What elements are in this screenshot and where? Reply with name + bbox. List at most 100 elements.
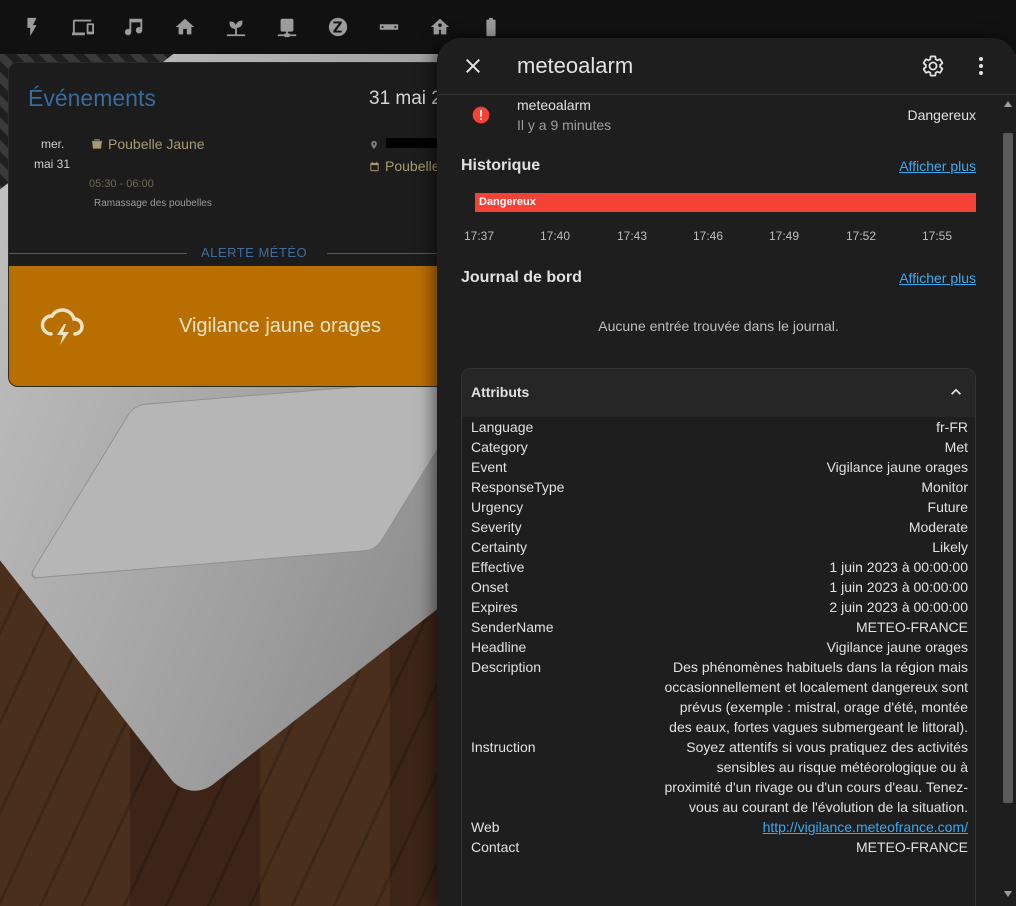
attribute-row: Effective 1 juin 2023 à 00:00:00 bbox=[462, 557, 975, 577]
attribute-key: Severity bbox=[471, 519, 522, 535]
more-options-button[interactable] bbox=[969, 54, 993, 78]
attribute-row: Description Des phénomènes habituels dans… bbox=[462, 657, 975, 737]
dots-vertical-icon bbox=[979, 57, 983, 75]
attribute-value: METEO-FRANCE bbox=[856, 619, 968, 635]
attribute-value: fr-FR bbox=[936, 419, 968, 435]
attribute-row: Certainty Likely bbox=[462, 537, 975, 557]
attribute-row: Instruction Soyez attentifs si vous prati… bbox=[462, 737, 975, 817]
attribute-value: Vigilance jaune orages bbox=[826, 459, 968, 475]
lightning-icon[interactable] bbox=[6, 0, 57, 54]
attribute-row: Severity Moderate bbox=[462, 517, 975, 537]
history-time-axis: 17:37 17:40 17:43 17:46 17:49 17:52 17:5… bbox=[461, 229, 991, 245]
history-title: Historique bbox=[461, 157, 541, 174]
attribute-row: Headline Vigilance jaune orages bbox=[462, 637, 975, 657]
attribute-key: Headline bbox=[471, 639, 527, 655]
logbook-show-more-link[interactable]: Afficher plus bbox=[899, 270, 976, 286]
soundbar-icon[interactable] bbox=[363, 0, 414, 54]
attribute-key: Instruction bbox=[471, 739, 536, 755]
devices-icon[interactable] bbox=[57, 0, 108, 54]
gear-icon bbox=[922, 55, 944, 77]
attribute-key: SenderName bbox=[471, 619, 554, 635]
event-name[interactable]: Poubelle Jaune bbox=[89, 136, 205, 152]
attribute-row: Expires 2 juin 2023 à 00:00:00 bbox=[462, 597, 975, 617]
zwave-icon[interactable] bbox=[312, 0, 363, 54]
attributes-header[interactable]: Attributs bbox=[462, 369, 975, 417]
close-button[interactable] bbox=[461, 54, 485, 78]
attribute-key: Category bbox=[471, 439, 528, 455]
attribute-row: Category Met bbox=[462, 437, 975, 457]
attribute-row: ResponseType Monitor bbox=[462, 477, 975, 497]
weather-alert-banner[interactable]: Vigilance jaune orages bbox=[9, 266, 477, 386]
entity-name: meteoalarm bbox=[517, 97, 591, 113]
time-tick: 17:55 bbox=[922, 229, 953, 243]
attribute-key: Certainty bbox=[471, 539, 528, 555]
divider-left bbox=[9, 253, 187, 254]
history-show-more-link[interactable]: Afficher plus bbox=[899, 158, 976, 174]
attribute-value: 1 juin 2023 à 00:00:00 bbox=[829, 559, 968, 575]
more-info-dialog: meteoalarm meteoalarm Il y a 9 minutes D… bbox=[437, 38, 1016, 906]
attribute-link[interactable]: http://vigilance.meteofrance.com/ bbox=[658, 817, 968, 837]
attributes-panel: Attributs Language fr-FR Category Met Event V… bbox=[461, 368, 976, 906]
attribute-row: SenderName METEO-FRANCE bbox=[462, 617, 975, 637]
music-icon[interactable] bbox=[108, 0, 159, 54]
weather-lightning-cloud-icon bbox=[39, 306, 87, 346]
events-date: 31 mai 2 bbox=[369, 88, 442, 109]
attribute-key: ResponseType bbox=[471, 479, 565, 495]
attribute-value: 2 juin 2023 à 00:00:00 bbox=[829, 599, 968, 615]
history-bar-label: Dangereux bbox=[479, 196, 536, 208]
attribute-value: 1 juin 2023 à 00:00:00 bbox=[829, 579, 968, 595]
attribute-value: Soyez attentifs si vous pratiquez des ac… bbox=[664, 739, 969, 815]
events-title: Événements bbox=[28, 85, 156, 111]
attribute-row: Contact METEO-FRANCE bbox=[462, 837, 975, 857]
attribute-key: Contact bbox=[471, 839, 520, 855]
attribute-key: Description bbox=[471, 659, 542, 675]
attribute-row: Onset 1 juin 2023 à 00:00:00 bbox=[462, 577, 975, 597]
attribute-key: Web bbox=[471, 819, 500, 835]
time-tick: 17:49 bbox=[769, 229, 800, 243]
attributes-list: Language fr-FR Category Met Event Vigilance j… bbox=[462, 417, 975, 857]
alert-circle-icon bbox=[471, 105, 491, 125]
event-calendar-label: Poubelle bbox=[385, 158, 440, 174]
attribute-row: Web http://vigilance.meteofrance.com/ bbox=[462, 817, 975, 837]
home-icon[interactable] bbox=[159, 0, 210, 54]
attributes-title: Attributs bbox=[471, 384, 530, 400]
attribute-row: Urgency Future bbox=[462, 497, 975, 517]
dialog-content[interactable]: meteoalarm Il y a 9 minutes Dangereux Hi… bbox=[437, 95, 1000, 906]
attribute-key: Event bbox=[471, 459, 507, 475]
network-icon[interactable] bbox=[261, 0, 312, 54]
logbook-title: Journal de bord bbox=[461, 269, 582, 286]
sprout-icon[interactable] bbox=[210, 0, 261, 54]
calendar-icon bbox=[370, 161, 379, 171]
attribute-value: Future bbox=[927, 499, 968, 515]
attribute-value: Moderate bbox=[908, 519, 968, 535]
settings-button[interactable] bbox=[921, 54, 945, 78]
scroll-up-arrow-icon[interactable] bbox=[1003, 100, 1013, 108]
chevron-up-icon[interactable] bbox=[946, 382, 966, 402]
attribute-value: Des phénomènes habituels dans la région … bbox=[664, 659, 968, 735]
history-timeline-bar[interactable]: Dangereux bbox=[475, 193, 976, 212]
weather-alert-divider-label: ALERTE MÉTÉO bbox=[201, 245, 308, 260]
event-description: Ramassage des poubelles bbox=[94, 198, 212, 209]
attribute-key: Effective bbox=[471, 559, 525, 575]
time-tick: 17:43 bbox=[617, 229, 648, 243]
event-calendar: Poubelle bbox=[369, 158, 440, 174]
event-time: 05:30 - 06:00 bbox=[89, 178, 154, 190]
attribute-value: Met bbox=[944, 439, 968, 455]
dialog-header: meteoalarm bbox=[437, 38, 1016, 95]
attribute-key: Urgency bbox=[471, 499, 524, 515]
attribute-key: Language bbox=[471, 419, 534, 435]
attribute-value: METEO-FRANCE bbox=[856, 839, 968, 855]
scroll-down-arrow-icon[interactable] bbox=[1003, 890, 1013, 898]
attribute-key: Onset bbox=[471, 579, 509, 595]
map-marker-icon bbox=[369, 138, 379, 150]
scrollbar-thumb[interactable] bbox=[1003, 133, 1013, 803]
close-icon bbox=[466, 59, 480, 73]
attribute-row: Event Vigilance jaune orages bbox=[462, 457, 975, 477]
attribute-row: Language fr-FR bbox=[462, 417, 975, 437]
attribute-value: Likely bbox=[932, 539, 968, 555]
time-tick: 17:52 bbox=[846, 229, 877, 243]
time-tick: 17:40 bbox=[540, 229, 571, 243]
entity-last-changed: Il y a 9 minutes bbox=[517, 117, 612, 133]
event-day: mer. bbox=[41, 137, 65, 151]
attribute-value: Vigilance jaune orages bbox=[826, 639, 968, 655]
